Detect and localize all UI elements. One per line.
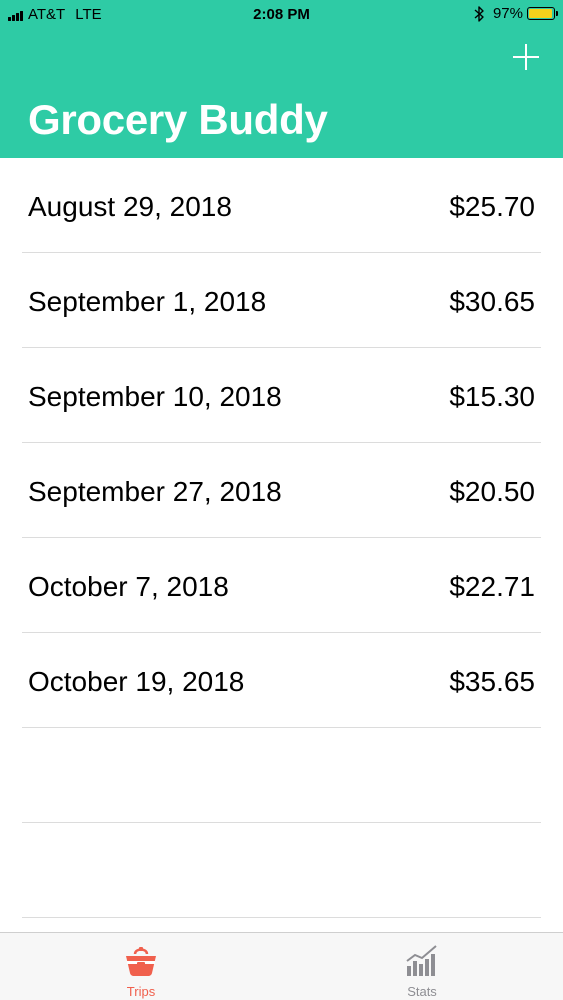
add-trip-button[interactable] — [513, 44, 539, 70]
trip-date: August 29, 2018 — [28, 191, 232, 222]
battery-icon — [527, 7, 558, 20]
trip-date: September 1, 2018 — [28, 286, 267, 317]
trip-date: September 27, 2018 — [28, 476, 282, 507]
empty-row — [0, 823, 563, 918]
trip-amount: $15.30 — [449, 381, 535, 412]
trip-date: October 7, 2018 — [28, 571, 229, 602]
trip-amount: $30.65 — [449, 286, 535, 317]
trip-amount: $22.71 — [449, 571, 535, 602]
tab-label: Trips — [126, 984, 156, 999]
empty-row — [0, 728, 563, 823]
nav-header: AT&T LTE 2:08 PM 97% Grocery Buddy — [0, 0, 563, 158]
basket-icon — [126, 947, 156, 976]
status-bar: AT&T LTE 2:08 PM 97% — [0, 0, 563, 30]
trip-row[interactable]: October 7, 2018 $22.71 — [0, 538, 563, 633]
trip-row[interactable]: August 29, 2018 $25.70 — [0, 158, 563, 253]
trip-amount: $20.50 — [449, 476, 535, 507]
trip-date: October 19, 2018 — [28, 666, 245, 697]
page-title: Grocery Buddy — [28, 96, 328, 143]
trip-row[interactable]: September 10, 2018 $15.30 — [0, 348, 563, 443]
trip-row[interactable]: October 19, 2018 $35.65 — [0, 633, 563, 728]
tab-bar: Trips Stats — [0, 932, 563, 1000]
trip-date: September 10, 2018 — [28, 381, 282, 412]
trip-amount: $35.65 — [449, 666, 535, 697]
tab-trips[interactable]: Trips — [81, 933, 201, 1000]
trip-amount: $25.70 — [449, 191, 535, 222]
battery-percent: 97% — [492, 5, 523, 22]
bluetooth-icon — [474, 5, 484, 22]
trip-list: August 29, 2018 $25.70 September 1, 2018… — [0, 158, 563, 918]
bar-chart-icon — [406, 945, 437, 976]
tab-stats[interactable]: Stats — [362, 933, 482, 1000]
tab-label: Stats — [407, 984, 437, 999]
trip-row[interactable]: September 27, 2018 $20.50 — [0, 443, 563, 538]
trip-row[interactable]: September 1, 2018 $30.65 — [0, 253, 563, 348]
